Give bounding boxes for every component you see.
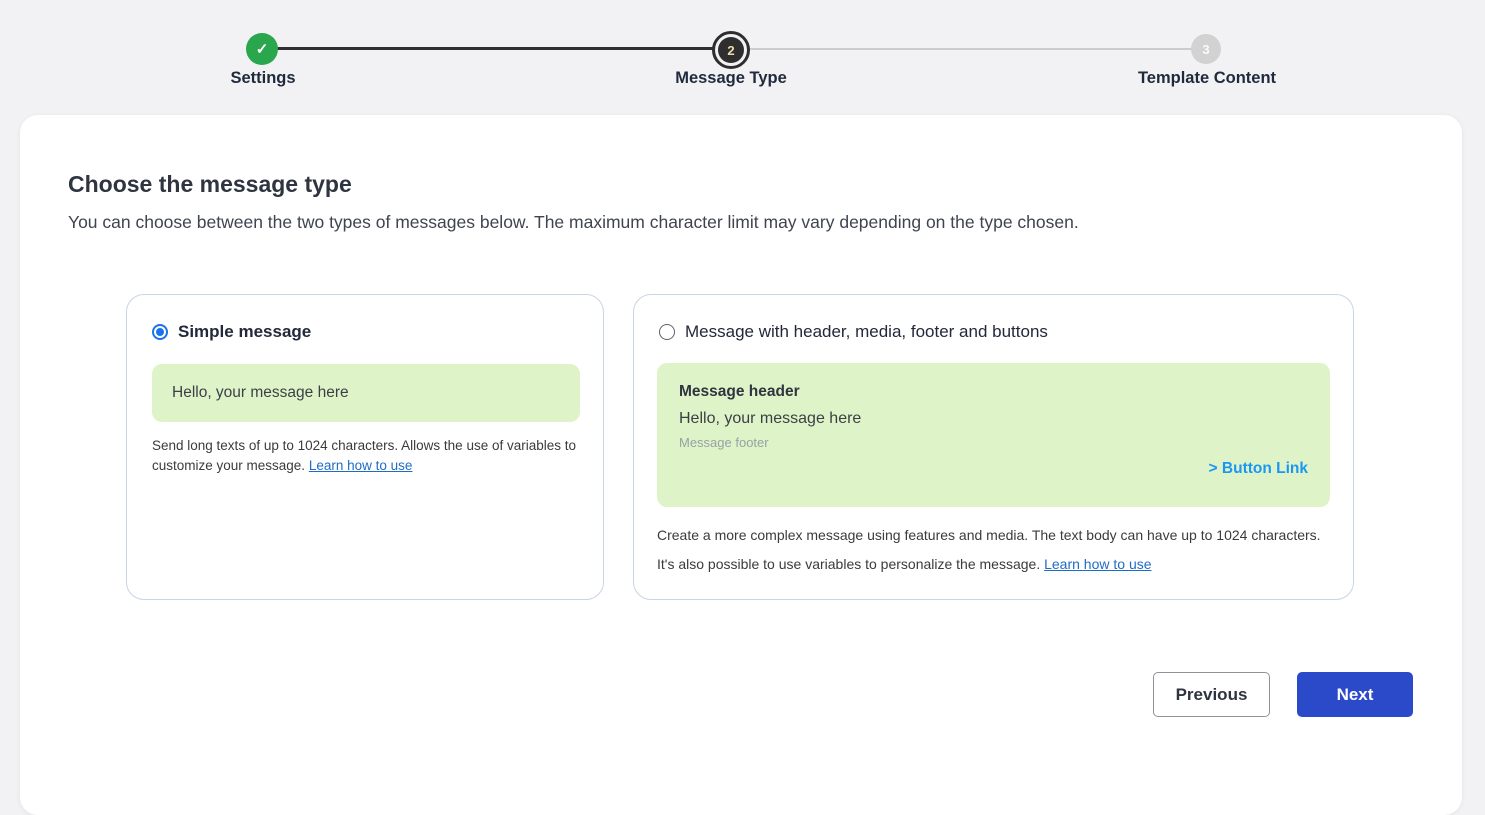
simple-message-learn-link[interactable]: Learn how to use <box>309 458 413 473</box>
simple-message-radio[interactable] <box>152 324 168 340</box>
previous-button[interactable]: Previous <box>1153 672 1270 717</box>
preview-message-body: Hello, your message here <box>679 410 862 427</box>
preview-message-footer: Message footer <box>679 435 769 450</box>
wizard-panel: Choose the message type You can choose b… <box>20 115 1462 815</box>
complex-message-description: Create a more complex message using feat… <box>657 521 1335 578</box>
simple-message-label[interactable]: Simple message <box>178 322 311 342</box>
complex-message-label[interactable]: Message with header, media, footer and b… <box>685 322 1048 342</box>
complex-message-radio[interactable] <box>659 324 675 340</box>
step-settings-check-icon[interactable]: ✓ <box>246 33 278 65</box>
step-template-content-number[interactable]: 3 <box>1191 34 1221 64</box>
simple-message-preview-text: Hello, your message here <box>172 384 349 401</box>
step-settings-label[interactable]: Settings <box>230 69 295 88</box>
simple-message-description: Send long texts of up to 1024 characters… <box>152 436 582 475</box>
stepper-connector-completed <box>262 47 731 50</box>
simple-message-preview: Hello, your message here <box>152 364 580 422</box>
preview-message-header: Message header <box>679 383 800 400</box>
next-button[interactable]: Next <box>1297 672 1413 717</box>
complex-message-description-text: Create a more complex message using feat… <box>657 527 1321 572</box>
page-subtitle: You can choose between the two types of … <box>68 212 1079 232</box>
complex-message-preview: Message header Hello, your message here … <box>657 363 1330 507</box>
option-card-simple-message[interactable]: Simple message Hello, your message here … <box>126 294 604 600</box>
stepper-connector-upcoming <box>731 48 1206 50</box>
option-card-complex-message[interactable]: Message with header, media, footer and b… <box>633 294 1354 600</box>
step-message-type-number: 2 <box>718 37 744 63</box>
preview-button-link: > Button Link <box>1208 460 1308 477</box>
complex-message-header: Message with header, media, footer and b… <box>659 322 1048 342</box>
step-message-type-label[interactable]: Message Type <box>675 69 787 88</box>
page-title: Choose the message type <box>68 171 352 197</box>
step-message-type-indicator[interactable]: 2 <box>712 31 750 69</box>
simple-message-header: Simple message <box>152 322 311 342</box>
step-template-content-label[interactable]: Template Content <box>1138 69 1276 88</box>
complex-message-learn-link[interactable]: Learn how to use <box>1044 556 1151 572</box>
wizard-stepper: ✓ Settings 2 Message Type 3 Template Con… <box>0 0 1485 115</box>
